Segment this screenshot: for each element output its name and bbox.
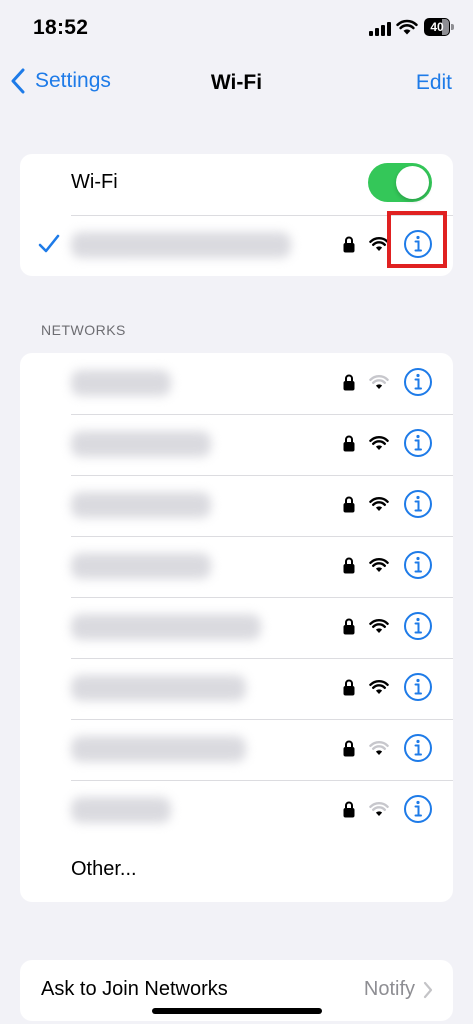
wifi-icon <box>369 741 389 755</box>
wifi-toggle[interactable] <box>368 163 432 202</box>
info-icon[interactable] <box>403 550 433 580</box>
wifi-icon <box>369 436 389 450</box>
network-row[interactable] <box>20 536 453 597</box>
wifi-icon <box>369 237 389 251</box>
network-name-obscured <box>71 797 171 823</box>
highlight-annotation-box <box>387 211 447 268</box>
network-name-obscured <box>71 431 211 457</box>
wifi-toggle-label: Wi-Fi <box>71 171 118 193</box>
info-icon[interactable] <box>403 489 433 519</box>
wifi-icon <box>369 497 389 511</box>
network-name-obscured <box>71 232 291 258</box>
ask-to-join-value: Notify <box>363 978 415 1000</box>
status-time: 18:52 <box>33 16 89 39</box>
network-row[interactable] <box>20 414 453 475</box>
other-network-label: Other... <box>71 858 137 880</box>
battery-icon: 40 <box>424 18 454 36</box>
cellular-signal-icon <box>369 22 391 36</box>
network-name-obscured <box>71 614 261 640</box>
wifi-icon <box>369 802 389 816</box>
network-name-obscured <box>71 553 211 579</box>
wifi-toggle-row: Wi-Fi <box>20 154 453 215</box>
status-bar: 18:52 40 <box>0 0 473 56</box>
lock-icon <box>343 679 355 696</box>
network-row[interactable] <box>20 475 453 536</box>
lock-icon <box>343 557 355 574</box>
network-row[interactable] <box>20 658 453 719</box>
network-name-obscured <box>71 675 246 701</box>
ask-to-join-label: Ask to Join Networks <box>41 978 228 1000</box>
status-wifi-icon <box>396 19 418 35</box>
networks-section-header: NETWORKS <box>41 322 126 338</box>
wifi-icon <box>369 558 389 572</box>
network-name-obscured <box>71 736 246 762</box>
lock-icon <box>343 801 355 818</box>
network-name-obscured <box>71 492 211 518</box>
lock-icon <box>343 374 355 391</box>
info-icon[interactable] <box>403 672 433 702</box>
chevron-right-icon <box>423 981 433 999</box>
wifi-icon <box>369 619 389 633</box>
info-icon[interactable] <box>403 733 433 763</box>
page-title: Wi-Fi <box>210 71 263 94</box>
lock-icon <box>343 740 355 757</box>
info-icon[interactable] <box>403 428 433 458</box>
lock-icon <box>343 236 355 253</box>
lock-icon <box>343 618 355 635</box>
network-name-obscured <box>71 370 171 396</box>
networks-card: Other... <box>20 353 453 902</box>
edit-button[interactable]: Edit <box>416 71 452 95</box>
network-row[interactable] <box>20 780 453 841</box>
battery-level: 40 <box>430 20 444 34</box>
network-row[interactable] <box>20 719 453 780</box>
info-icon[interactable] <box>403 367 433 397</box>
lock-icon <box>343 496 355 513</box>
network-row[interactable] <box>20 597 453 658</box>
other-network-row[interactable]: Other... <box>20 841 453 902</box>
wifi-icon <box>369 680 389 694</box>
network-row[interactable] <box>20 353 453 414</box>
navigation-bar: Settings Wi-Fi Edit <box>0 60 473 108</box>
wifi-icon <box>369 375 389 389</box>
info-icon[interactable] <box>403 611 433 641</box>
info-icon[interactable] <box>403 794 433 824</box>
checkmark-icon <box>38 234 60 253</box>
home-indicator[interactable] <box>152 1008 322 1014</box>
lock-icon <box>343 435 355 452</box>
